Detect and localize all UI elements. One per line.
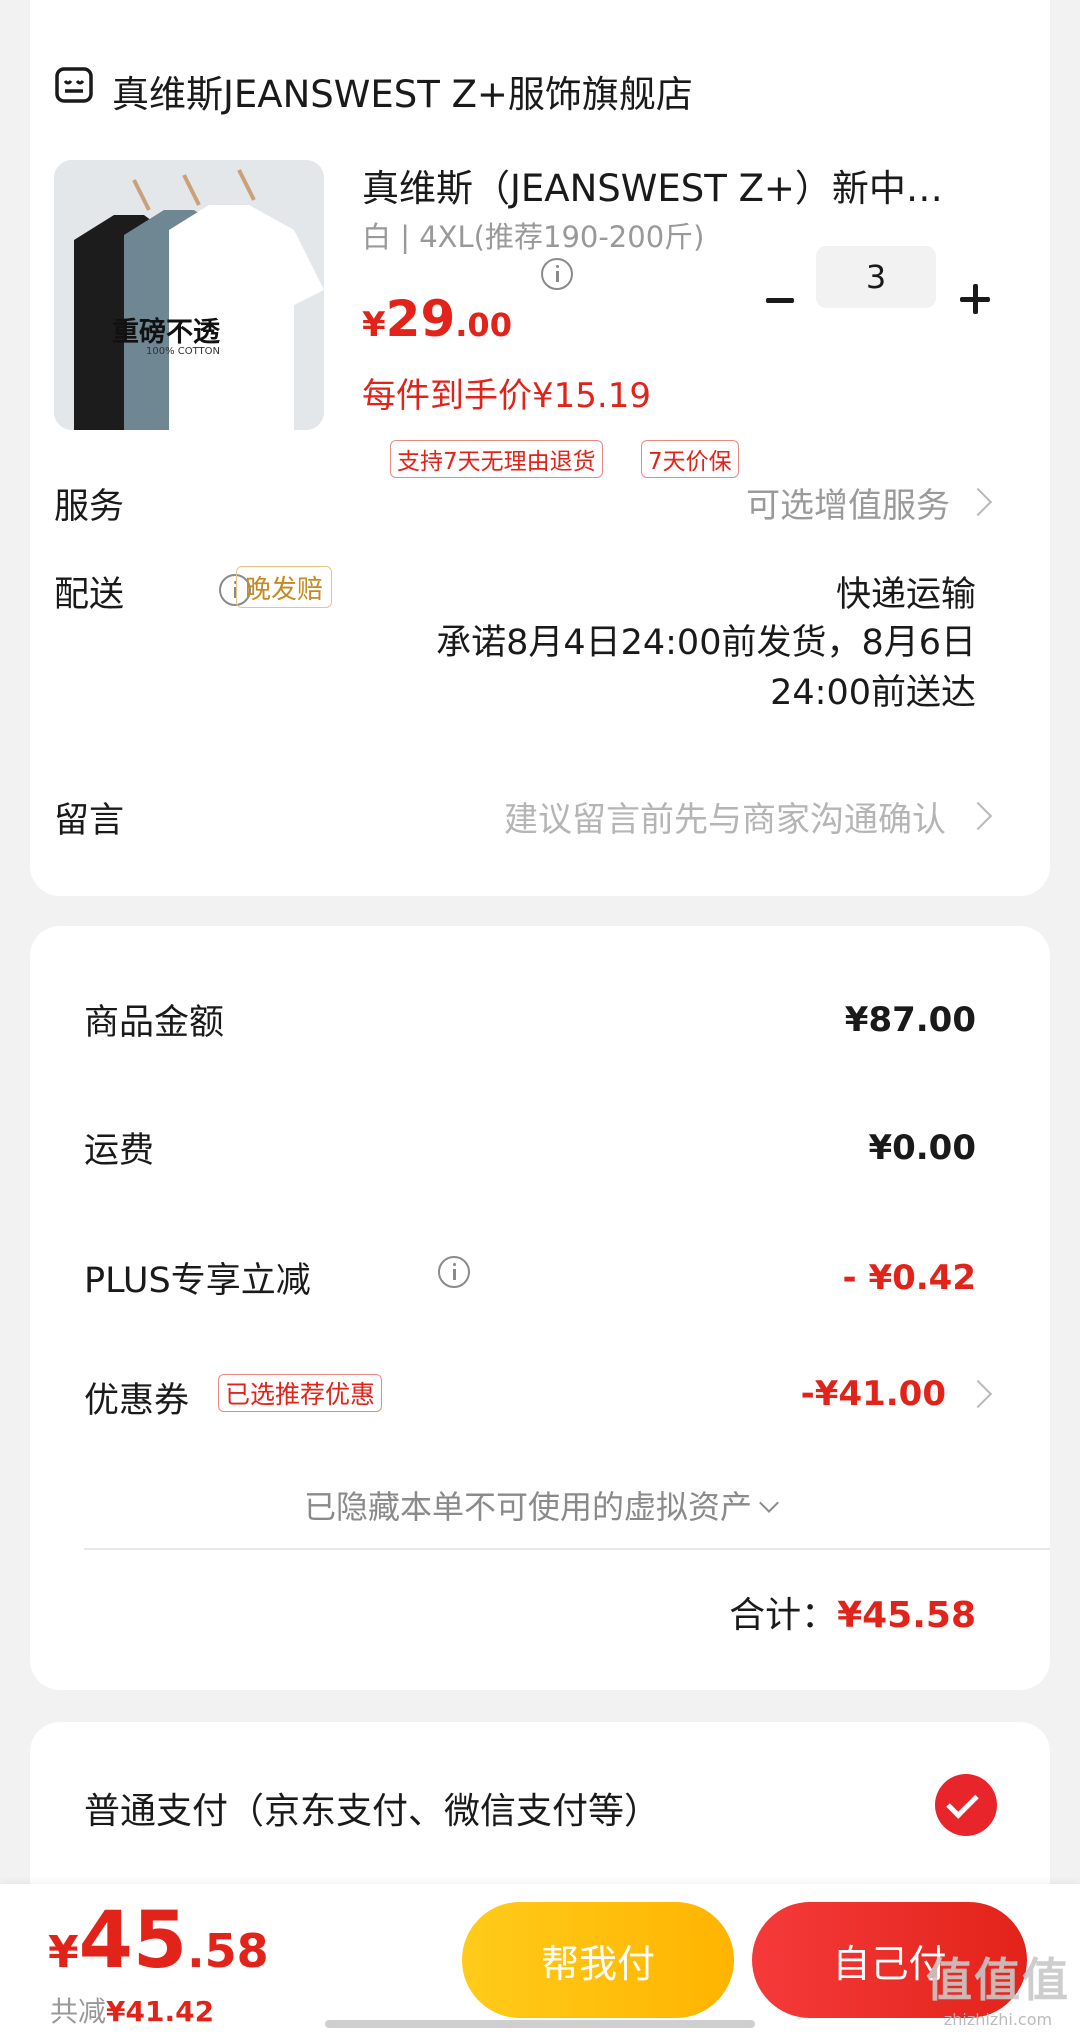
product-image-caption: 重磅不透 bbox=[112, 317, 220, 348]
price-decimal: .00 bbox=[455, 306, 512, 344]
service-value[interactable]: 可选增值服务 bbox=[746, 478, 950, 527]
shipping-label: 运费 bbox=[84, 1131, 155, 1171]
quantity-increase-button[interactable] bbox=[944, 270, 1004, 330]
delivery-method: 快递运输 bbox=[835, 575, 976, 615]
plus-info-icon[interactable] bbox=[438, 1256, 471, 1288]
watermark-logo: 值值值 zhizhizhi.com bbox=[926, 1944, 1070, 2029]
service-label: 服务 bbox=[54, 487, 125, 527]
message-input[interactable]: 建议留言前先与商家沟通确认 bbox=[504, 792, 946, 841]
price-currency: ¥ bbox=[362, 305, 386, 345]
product-price: ¥ 29 .00 bbox=[362, 290, 512, 348]
final-price-currency: ¥ bbox=[48, 1927, 79, 1978]
selected-check-icon[interactable] bbox=[935, 1774, 997, 1836]
goods-amount-value: ¥87.00 bbox=[844, 1000, 976, 1040]
final-price: ¥ 45 .58 bbox=[48, 1896, 269, 1986]
late-compensation-badge: 晚发赔 bbox=[236, 566, 333, 608]
coupon-label: 优惠券 bbox=[84, 1381, 190, 1421]
watermark-main: 值值值 bbox=[926, 1953, 1070, 2007]
shipping-value: ¥0.00 bbox=[868, 1128, 976, 1168]
price-info-icon[interactable] bbox=[541, 258, 573, 290]
coupon-value[interactable]: -¥41.00 bbox=[801, 1374, 946, 1414]
chevron-down-icon bbox=[759, 1493, 779, 1513]
total-value: ¥45.58 bbox=[837, 1595, 976, 1636]
divider bbox=[84, 1548, 1050, 1550]
tshirt-illustration bbox=[54, 160, 324, 430]
shop-icon bbox=[55, 67, 93, 103]
quantity-decrease-button[interactable] bbox=[750, 270, 810, 330]
shop-name[interactable]: 真维斯JEANSWEST Z+服饰旗舰店 bbox=[112, 64, 693, 118]
hidden-assets-text: 已隐藏本单不可使用的虚拟资产 bbox=[303, 1488, 752, 1526]
delivery-label: 配送 bbox=[54, 575, 125, 615]
final-price-decimal: .58 bbox=[187, 1924, 269, 1978]
help-pay-button[interactable]: 帮我付 bbox=[462, 1902, 734, 2018]
product-title[interactable]: 真维斯（JEANSWEST Z+）新中… bbox=[362, 158, 952, 212]
saved-label: 共减 bbox=[50, 1995, 107, 2028]
goods-amount-label: 商品金额 bbox=[84, 1003, 225, 1043]
total-label: 合计： bbox=[729, 1595, 838, 1636]
total-saved: 共减¥41.42 bbox=[50, 1990, 214, 2030]
watermark-sub: zhizhizhi.com bbox=[943, 2010, 1053, 2029]
home-indicator[interactable] bbox=[325, 2020, 755, 2028]
message-label: 留言 bbox=[54, 801, 125, 841]
plus-discount-value: - ¥0.42 bbox=[842, 1258, 977, 1298]
payment-method-label[interactable]: 普通支付（京东支付、微信支付等） bbox=[84, 1782, 660, 1834]
saved-value: ¥41.42 bbox=[106, 1995, 215, 2028]
plus-discount-label: PLUS专享立减 bbox=[84, 1261, 311, 1301]
hidden-assets-toggle[interactable]: 已隐藏本单不可使用的虚拟资产 bbox=[0, 1482, 1080, 1528]
unit-price: 每件到手价¥15.19 bbox=[362, 376, 651, 416]
order-total: 合计：¥45.58 bbox=[729, 1586, 976, 1638]
price-protect-tag: 7天价保 bbox=[641, 440, 739, 478]
price-integer: 29 bbox=[385, 290, 456, 348]
product-image-subcaption: 100% COTTON bbox=[146, 346, 221, 357]
quantity-input[interactable]: 3 bbox=[816, 246, 936, 308]
product-image[interactable]: 重磅不透 100% COTTON bbox=[54, 160, 324, 430]
return-policy-tag: 支持7天无理由退货 bbox=[390, 440, 603, 478]
product-spec[interactable]: 白 | 4XL(推荐190-200斤) bbox=[362, 214, 704, 256]
delivery-promise: 承诺8月4日24:00前发货，8月6日24:00前送达 bbox=[436, 623, 976, 713]
final-price-integer: 45 bbox=[78, 1896, 188, 1986]
coupon-recommended-badge: 已选推荐优惠 bbox=[218, 1374, 383, 1412]
